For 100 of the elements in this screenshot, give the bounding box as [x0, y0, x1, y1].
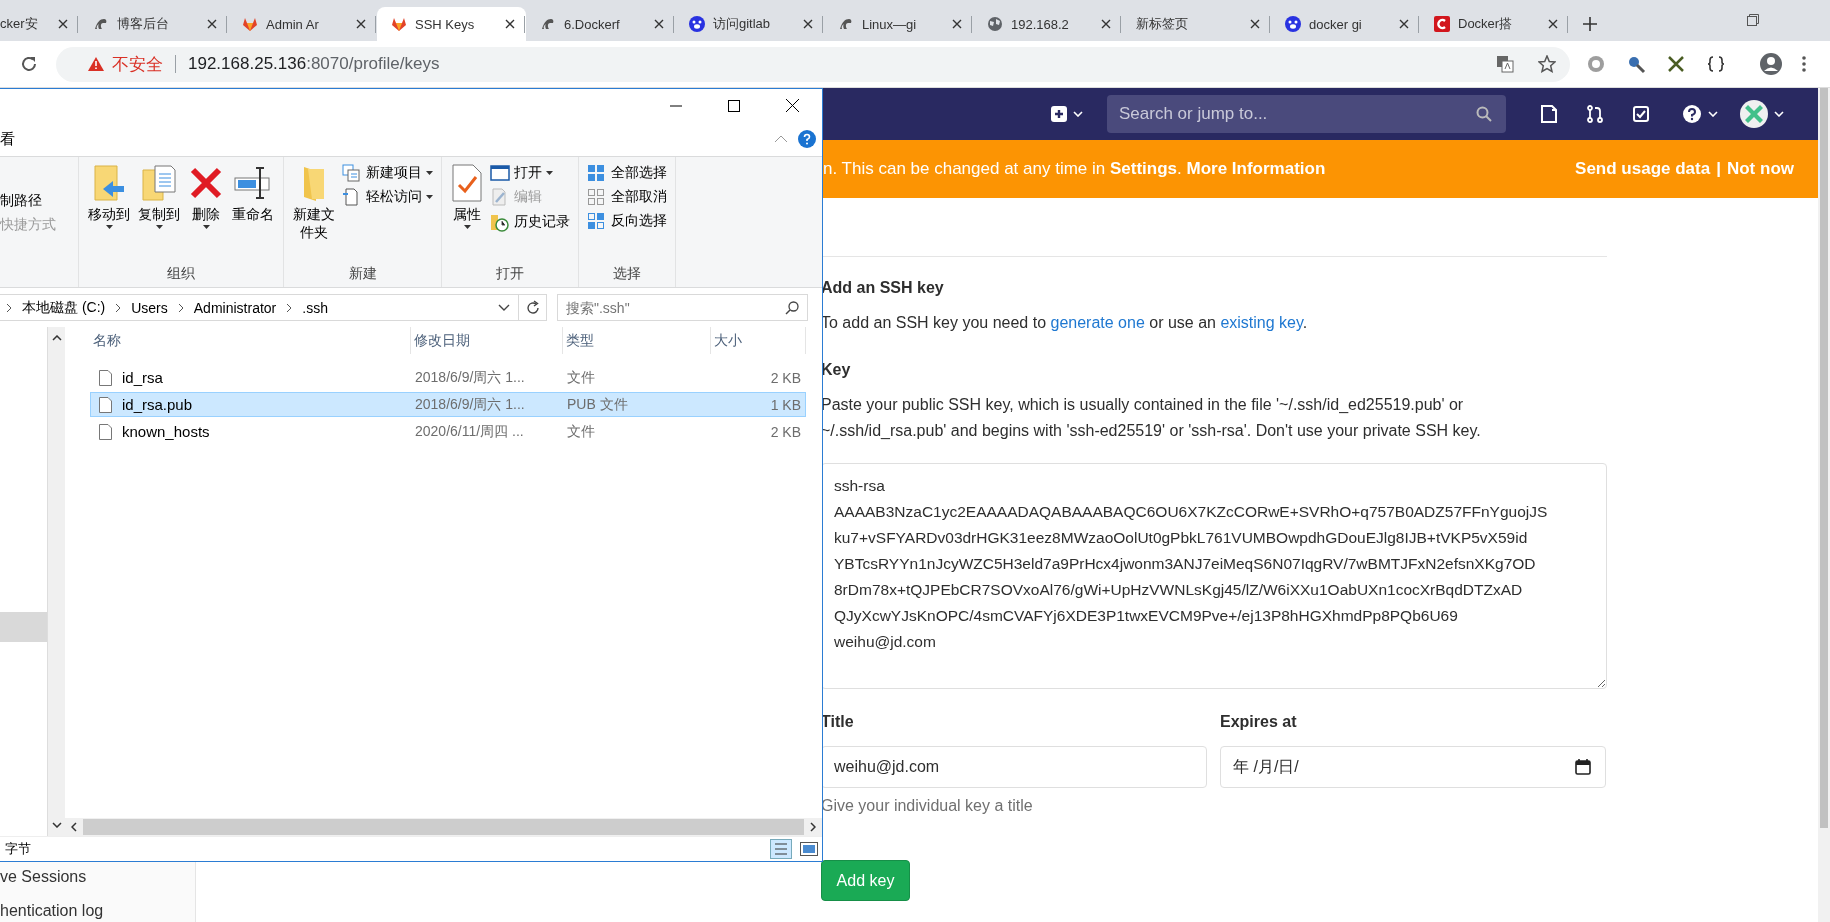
scroll-down-icon[interactable]	[51, 822, 62, 828]
ribbon-button[interactable]: 历史记录	[488, 211, 572, 233]
type-cell-text: 文件	[566, 422, 596, 441]
chevron-icon[interactable]	[286, 302, 293, 313]
scroll-left-icon[interactable]	[71, 822, 77, 832]
new-tab-icon[interactable]	[1583, 17, 1597, 31]
title-field[interactable]: weihu@jd.com	[821, 746, 1207, 788]
checkbox-icon[interactable]	[1632, 105, 1650, 123]
close-icon[interactable]	[952, 19, 962, 29]
breadcrumb-item[interactable]: Administrator	[193, 299, 277, 316]
profile-icon[interactable]	[1760, 53, 1782, 75]
chevron-icon[interactable]	[115, 302, 122, 313]
close-icon[interactable]	[1250, 19, 1260, 29]
column-header[interactable]: 名称	[90, 327, 411, 354]
browser-tab[interactable]: 192.168.2	[973, 7, 1122, 41]
breadcrumb-item[interactable]: 本地磁盘 (C:)	[22, 298, 106, 317]
browser-tab[interactable]: docker gi	[1271, 7, 1420, 41]
sidebar-item[interactable]: hentication log	[0, 900, 104, 922]
chevron-icon[interactable]	[177, 302, 184, 313]
ribbon-button[interactable]: 全部取消	[585, 187, 669, 207]
browser-tab[interactable]: 新标签页	[1122, 7, 1271, 41]
scroll-right-icon[interactable]	[810, 822, 816, 832]
close-icon[interactable]	[1548, 19, 1558, 29]
browser-tab[interactable]: 6.Dockerf	[526, 7, 675, 41]
browser-tab[interactable]: Docker搭	[1420, 7, 1569, 41]
restore-icon[interactable]	[1747, 14, 1759, 26]
chevron-icon[interactable]	[6, 302, 12, 313]
key-field[interactable]: ssh-rsa AAAAB3NzaC1yc2EAAAADAQABAAABAQC6OU6X7KZcCORwE+SVRhO+q757B0ADZ57FFnYguojJS ku7+vSFYARDv03drHGK31eez8MWzaoOolUt0gPbkL761VUMBOwpdhGDouEJlg8IJB+tVKP5vX59id YBTcsRYYn1nJcyWZC5H3eld7a9PrHcx4jwonm3ANJ7eiMeqS6N07IqgRV/7wBMTJFxN2efsnXKg7OD 8rDm78x+tQJPEbCR7SOVxoAl76/gWi+UpHzVWNLsKgj45/lZ/W6iXXu1OabUXn1cocXrBqdDTZxAD QJyXcwYJsKnOPC/4smCVAFYj6XDE3P1twxEVCM9Pve+/ej13P8hHGXhmdPp8PQb6U69 weihu@jd.com	[821, 463, 1607, 689]
translate-icon[interactable]	[1496, 55, 1514, 73]
column-header[interactable]: 大小	[711, 327, 806, 354]
menu-icon[interactable]	[1802, 56, 1806, 72]
document-icon[interactable]	[1540, 105, 1558, 123]
magnifier-icon[interactable]	[1626, 54, 1646, 74]
ribbon-command[interactable]: 制路径	[0, 191, 72, 209]
window-icon	[490, 164, 510, 182]
ribbon-button[interactable]: 打开	[488, 163, 572, 183]
browser-tab[interactable]: Linux—gi	[824, 7, 973, 41]
path-bar[interactable]: 本地磁盘 (C:) Users Administrator .ssh	[0, 294, 519, 321]
scroll-up-icon[interactable]	[51, 335, 62, 341]
ribbon-button[interactable]: 删除	[185, 161, 227, 265]
close-icon[interactable]	[505, 19, 515, 29]
ribbon-button[interactable]: 新建文件夹	[290, 161, 338, 265]
ribbon-button[interactable]: 属性	[448, 161, 486, 265]
close-icon[interactable]	[207, 19, 217, 29]
close-icon[interactable]	[1399, 19, 1409, 29]
browser-tab[interactable]: 访问gitlab	[675, 7, 824, 41]
close-icon[interactable]	[1101, 19, 1111, 29]
reload-icon[interactable]	[20, 55, 38, 73]
circle-icon[interactable]	[1586, 54, 1606, 74]
browser-tab[interactable]: SSH Keys	[377, 7, 526, 41]
link[interactable]: existing key	[1220, 314, 1303, 331]
calendar-icon[interactable]	[1575, 759, 1591, 775]
address-bar[interactable]: 不安全 192.168.25.136:8070/profile/keys	[56, 46, 1570, 82]
sidebar-item[interactable]: ve Sessions	[0, 866, 87, 888]
separator-text: |	[1716, 159, 1721, 179]
scrollbar[interactable]	[1818, 88, 1830, 922]
braces-icon[interactable]	[1706, 54, 1726, 74]
maximize-icon[interactable]	[728, 99, 740, 112]
close-icon[interactable]	[803, 19, 813, 29]
ribbon-button[interactable]: 复制到	[135, 161, 183, 265]
cross-icon[interactable]	[1666, 54, 1686, 74]
close-icon[interactable]	[356, 19, 366, 29]
file-row[interactable]: id_rsa 2018/6/9/周六 1... 文件 2 KB	[90, 365, 806, 390]
ribbon-button[interactable]: 全部选择	[585, 163, 669, 183]
scrollbar[interactable]	[65, 818, 822, 836]
search-field[interactable]: Search or jump to...	[1107, 95, 1506, 133]
browser-tab[interactable]: cker安	[0, 7, 79, 41]
chevron-down-icon[interactable]	[498, 303, 510, 312]
file-icon	[99, 396, 112, 413]
ribbon-button[interactable]: 移动到	[85, 161, 133, 265]
browser-tab[interactable]: 博客后台	[79, 7, 228, 41]
star-icon[interactable]	[1538, 55, 1556, 73]
merge-request-icon[interactable]	[1586, 105, 1604, 123]
link[interactable]: generate one	[1050, 314, 1145, 331]
breadcrumb-item[interactable]: Users	[131, 299, 168, 316]
details-view-icon[interactable]	[770, 839, 792, 859]
breadcrumb-item[interactable]: .ssh	[302, 299, 328, 316]
refresh-button[interactable]	[519, 294, 547, 321]
date-field[interactable]: 年 /月/日/	[1220, 746, 1606, 788]
ribbon-button[interactable]: 反向选择	[585, 211, 669, 231]
ribbon-button[interactable]: 新建项目	[340, 163, 435, 183]
caret-icon	[1073, 111, 1083, 117]
date-cell-text: 2018/6/9/周六 1...	[414, 395, 526, 414]
search-field[interactable]: 搜索".ssh"	[557, 294, 808, 321]
column-header[interactable]: 修改日期	[411, 327, 563, 354]
image-view-icon[interactable]	[800, 842, 818, 856]
ribbon-tab[interactable]: 看	[0, 129, 15, 149]
file-row[interactable]: known_hosts 2020/6/11/周四 ... 文件 2 KB	[90, 419, 806, 444]
file-row[interactable]: id_rsa.pub 2018/6/9/周六 1... PUB 文件 1 KB	[90, 392, 806, 417]
ribbon-button[interactable]: 重命名	[229, 161, 277, 265]
ribbon-button[interactable]: 轻松访问	[340, 187, 435, 207]
folder-pages-icon	[141, 163, 177, 203]
help-icon[interactable]	[798, 130, 816, 148]
browser-tab[interactable]: Admin Ar	[228, 7, 377, 41]
close-icon[interactable]	[58, 19, 68, 29]
column-header[interactable]: 类型	[563, 327, 711, 354]
chevron-up-icon[interactable]	[774, 135, 788, 143]
close-icon[interactable]	[654, 19, 664, 29]
close-icon[interactable]	[786, 99, 799, 112]
scrollbar[interactable]	[47, 327, 65, 836]
